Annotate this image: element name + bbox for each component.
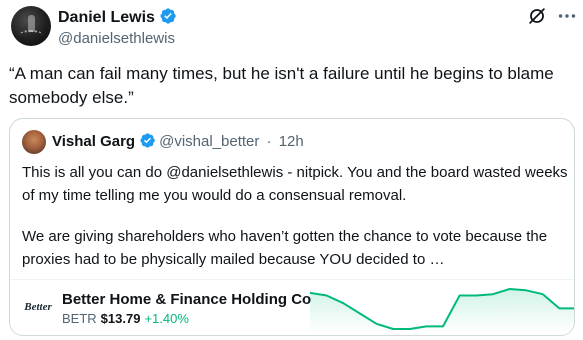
stock-sparkline xyxy=(310,288,574,333)
quoted-paragraph: This is all you can do @danielsethlewis … xyxy=(22,164,568,204)
author-name[interactable]: Daniel Lewis xyxy=(58,7,177,28)
quoted-author-name[interactable]: Vishal Garg xyxy=(52,133,135,150)
stock-ticker: BETR xyxy=(62,311,97,326)
stock-logo: Better xyxy=(24,301,52,313)
quoted-tweet[interactable]: Vishal Garg @vishal_better · 12h This is… xyxy=(9,118,575,336)
stock-price: $13.79 xyxy=(100,311,141,326)
card-divider xyxy=(10,279,574,280)
stock-company-name[interactable]: Better Home & Finance Holding Co xyxy=(62,290,311,310)
more-icon[interactable] xyxy=(556,5,578,27)
quoted-timestamp[interactable]: 12h xyxy=(279,133,304,150)
meta-separator: · xyxy=(266,133,272,150)
avatar-ring xyxy=(19,30,43,40)
quoted-author-avatar[interactable] xyxy=(22,130,46,154)
author-avatar[interactable] xyxy=(11,6,51,46)
author-name-text: Daniel Lewis xyxy=(58,9,155,26)
tweet-card: Daniel Lewis @danielsethlewis “A man can… xyxy=(0,0,583,340)
verified-badge-icon xyxy=(160,8,176,24)
mute-icon[interactable] xyxy=(526,5,548,27)
stock-change: +1.40% xyxy=(144,311,189,326)
quoted-header: Vishal Garg @vishal_better · 12h xyxy=(52,131,304,153)
stock-quote: BETR $13.79 +1.40% xyxy=(62,310,189,328)
quoted-paragraph: We are giving shareholders who haven’t g… xyxy=(22,228,548,268)
tweet-text: “A man can fail many times, but he isn't… xyxy=(9,64,554,107)
verified-badge-icon xyxy=(140,133,155,148)
author-handle[interactable]: @danielsethlewis xyxy=(58,29,175,49)
quoted-author-handle[interactable]: @vishal_better xyxy=(159,133,259,150)
quoted-text: This is all you can do @danielsethlewis … xyxy=(22,161,570,271)
